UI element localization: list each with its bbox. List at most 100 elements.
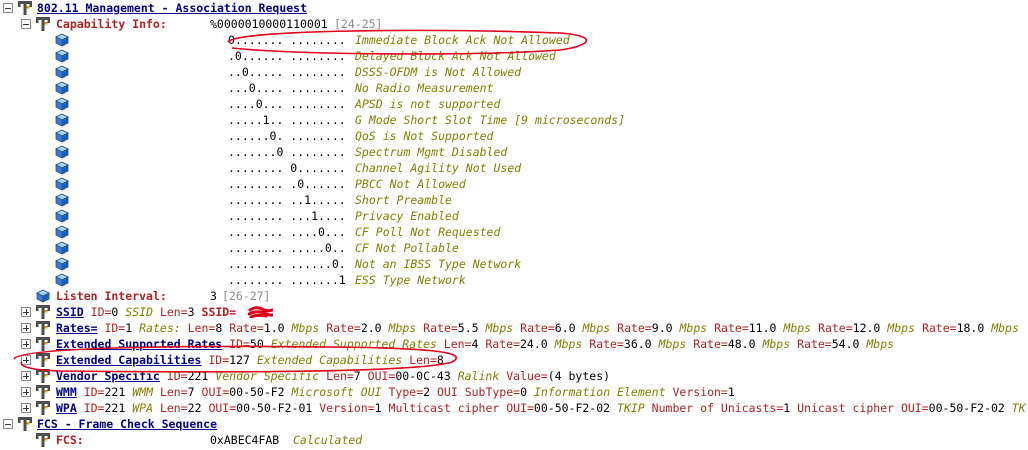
expand-toggle[interactable] (21, 355, 31, 365)
bit-pattern: ........ .....0.. (228, 241, 346, 255)
ie-name[interactable]: Extended Capabilities (56, 353, 201, 367)
bit-description: Channel Agility Not Used (355, 161, 522, 175)
bit-pattern: ...0.... ........ (228, 81, 346, 95)
tree-node-icon (36, 321, 50, 335)
blue-cube-icon (55, 97, 69, 111)
bit-pattern: ......0. ........ (228, 129, 346, 143)
bit-description: DSSS-OFDM is Not Allowed (355, 65, 522, 79)
tree-node-icon (36, 305, 50, 319)
bit-pattern: ........ ...1.... (228, 209, 346, 223)
bit-pattern: ........ ......0. (228, 257, 346, 271)
blue-cube-icon (55, 257, 69, 271)
bit-pattern: ....0... ........ (228, 97, 346, 111)
blue-cube-icon (55, 209, 69, 223)
ie-name[interactable]: SSID (56, 305, 84, 319)
rate-value: 11.0 (748, 321, 777, 335)
ie-name[interactable]: WPA (56, 401, 77, 415)
expand-toggle[interactable] (21, 323, 31, 333)
ie-name[interactable]: Rates= (56, 321, 98, 335)
rate-unit: Mbps (485, 321, 514, 335)
bit-description: Not an IBSS Type Network (355, 257, 522, 271)
expand-toggle[interactable] (21, 307, 31, 317)
rate-value: 12.0 (852, 321, 881, 335)
rate-unit: Mbps (554, 337, 583, 351)
field-label: Capability Info: (56, 17, 167, 31)
bit-description: Short Preamble (355, 193, 452, 207)
rate-unit: Mbps (582, 321, 611, 335)
bit-description: PBCC Not Allowed (355, 177, 466, 191)
rate-unit: Mbps (887, 321, 915, 335)
tree-node-icon (36, 353, 50, 367)
protocol-title[interactable]: 802.11 Management - Association Request (37, 0, 307, 16)
rate-key: Rate= (520, 321, 555, 335)
blue-cube-icon (55, 113, 69, 127)
rate-value: 18.0 (956, 321, 985, 335)
rate-unit: Mbps (783, 321, 812, 335)
bit-pattern: ........ .0...... (228, 177, 346, 191)
blue-cube-icon (55, 81, 69, 95)
collapse-toggle[interactable] (3, 3, 13, 13)
bit-pattern: ........ 0....... (228, 161, 346, 175)
blue-cube-icon (55, 225, 69, 239)
bit-description: CF Poll Not Requested (355, 225, 501, 239)
collapse-toggle[interactable] (21, 19, 31, 29)
ie-name[interactable]: Extended Supported Rates (56, 337, 222, 351)
rate-key: Rate= (693, 337, 728, 351)
blue-cube-icon (55, 241, 69, 255)
bit-pattern: ........ ....0... (228, 225, 346, 239)
field-value: %0000010000110001 (210, 17, 328, 31)
tree-node-icon (36, 17, 50, 31)
expand-toggle[interactable] (21, 339, 31, 349)
rate-unit: Mbps (679, 321, 708, 335)
rate-value: 24.0 (520, 337, 548, 351)
rate-value: 48.0 (727, 337, 756, 351)
rate-value: 6.0 (554, 321, 576, 335)
field-description: Calculated (293, 433, 363, 447)
rate-value: 36.0 (623, 337, 652, 351)
rate-unit: Mbps (388, 321, 417, 335)
ie-name[interactable]: Vendor Specific (56, 369, 160, 383)
blue-cube-icon (55, 161, 69, 175)
expand-toggle[interactable] (21, 403, 31, 413)
rate-key: Rate= (423, 321, 458, 335)
redacted-ssid-scribble (248, 306, 273, 318)
bit-description: Privacy Enabled (355, 209, 459, 223)
bit-pattern: ..0..... ........ (228, 65, 346, 79)
bit-description: ESS Type Network (355, 273, 466, 287)
tree-node-icon (36, 337, 50, 351)
rate-key: Rate= (714, 321, 749, 335)
blue-cube-icon (55, 65, 69, 79)
ie-name[interactable]: WMM (56, 385, 77, 399)
collapse-toggle[interactable] (3, 419, 13, 429)
expand-toggle[interactable] (21, 371, 31, 381)
blue-cube-icon (55, 129, 69, 143)
blue-cube-icon (55, 49, 69, 63)
protocol-title[interactable]: FCS - Frame Check Sequence (37, 416, 217, 432)
rate-key: Rate= (921, 321, 957, 335)
bit-pattern: .....1.. ........ (228, 113, 346, 127)
rate-value: 5.5 (457, 321, 479, 335)
rate-unit: Mbps (762, 337, 791, 351)
blue-cube-icon (55, 193, 69, 207)
bit-description: G Mode Short Slot Time [9 microseconds] (355, 113, 626, 127)
tree-node-icon (36, 433, 50, 447)
bit-pattern: ........ ..1..... (228, 193, 346, 207)
rate-unit: Mbps (658, 337, 687, 351)
rate-key: Rate= (229, 321, 264, 335)
field-label: FCS: (56, 433, 84, 447)
tree-node-icon (36, 369, 50, 383)
bit-description: CF Not Pollable (355, 241, 459, 255)
rate-key: Rate= (617, 321, 652, 335)
tree-node-icon (18, 1, 32, 15)
bit-description: Delayed Block Ack Not Allowed (355, 49, 556, 63)
rate-value: 54.0 (831, 337, 860, 351)
rate-unit: Mbps (866, 337, 895, 351)
rate-value: 1.0 (263, 321, 285, 335)
expand-toggle[interactable] (21, 387, 31, 397)
rate-unit: Mbps (291, 321, 320, 335)
field-value: 3 (210, 289, 217, 303)
rate-key: Rate= (797, 337, 832, 351)
byte-range: [26-27] (222, 289, 271, 303)
tree-node-icon (36, 401, 50, 415)
bit-description: QoS is Not Supported (355, 129, 494, 143)
